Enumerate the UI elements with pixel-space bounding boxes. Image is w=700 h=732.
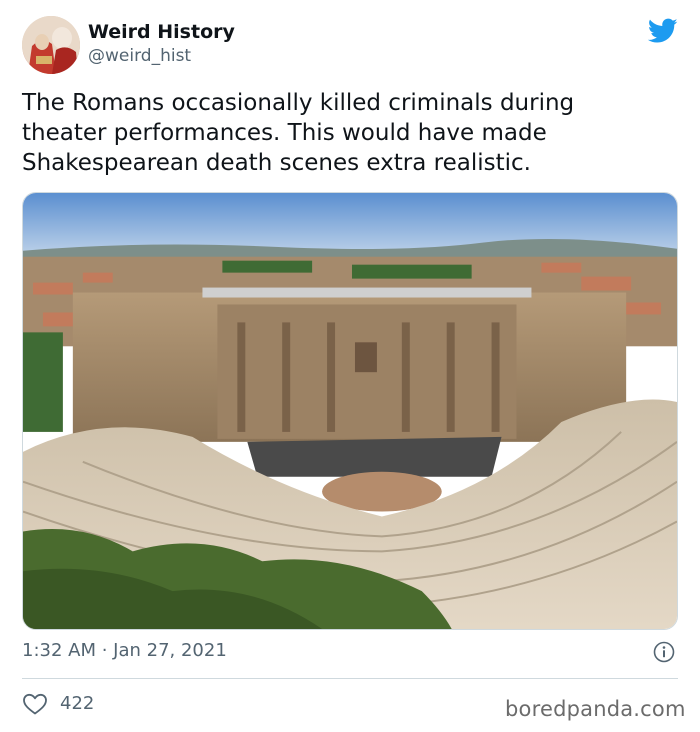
- heart-icon[interactable]: [22, 692, 48, 716]
- divider: [22, 678, 678, 679]
- info-icon[interactable]: [653, 641, 675, 663]
- twitter-bird-icon[interactable]: [648, 18, 678, 44]
- avatar-image: [22, 16, 80, 74]
- author-handle[interactable]: @weird_hist: [88, 46, 191, 66]
- author-name[interactable]: Weird History: [88, 21, 235, 43]
- roman-theater-photo: [23, 193, 677, 629]
- tweet-photo[interactable]: [22, 192, 678, 630]
- tweet-timestamp[interactable]: 1:32 AM · Jan 27, 2021: [22, 640, 227, 661]
- like-count: 422: [60, 693, 95, 714]
- watermark-text: boredpanda.com: [505, 697, 686, 721]
- tweet-text: The Romans occasionally killed criminals…: [22, 90, 575, 176]
- avatar[interactable]: [22, 16, 80, 74]
